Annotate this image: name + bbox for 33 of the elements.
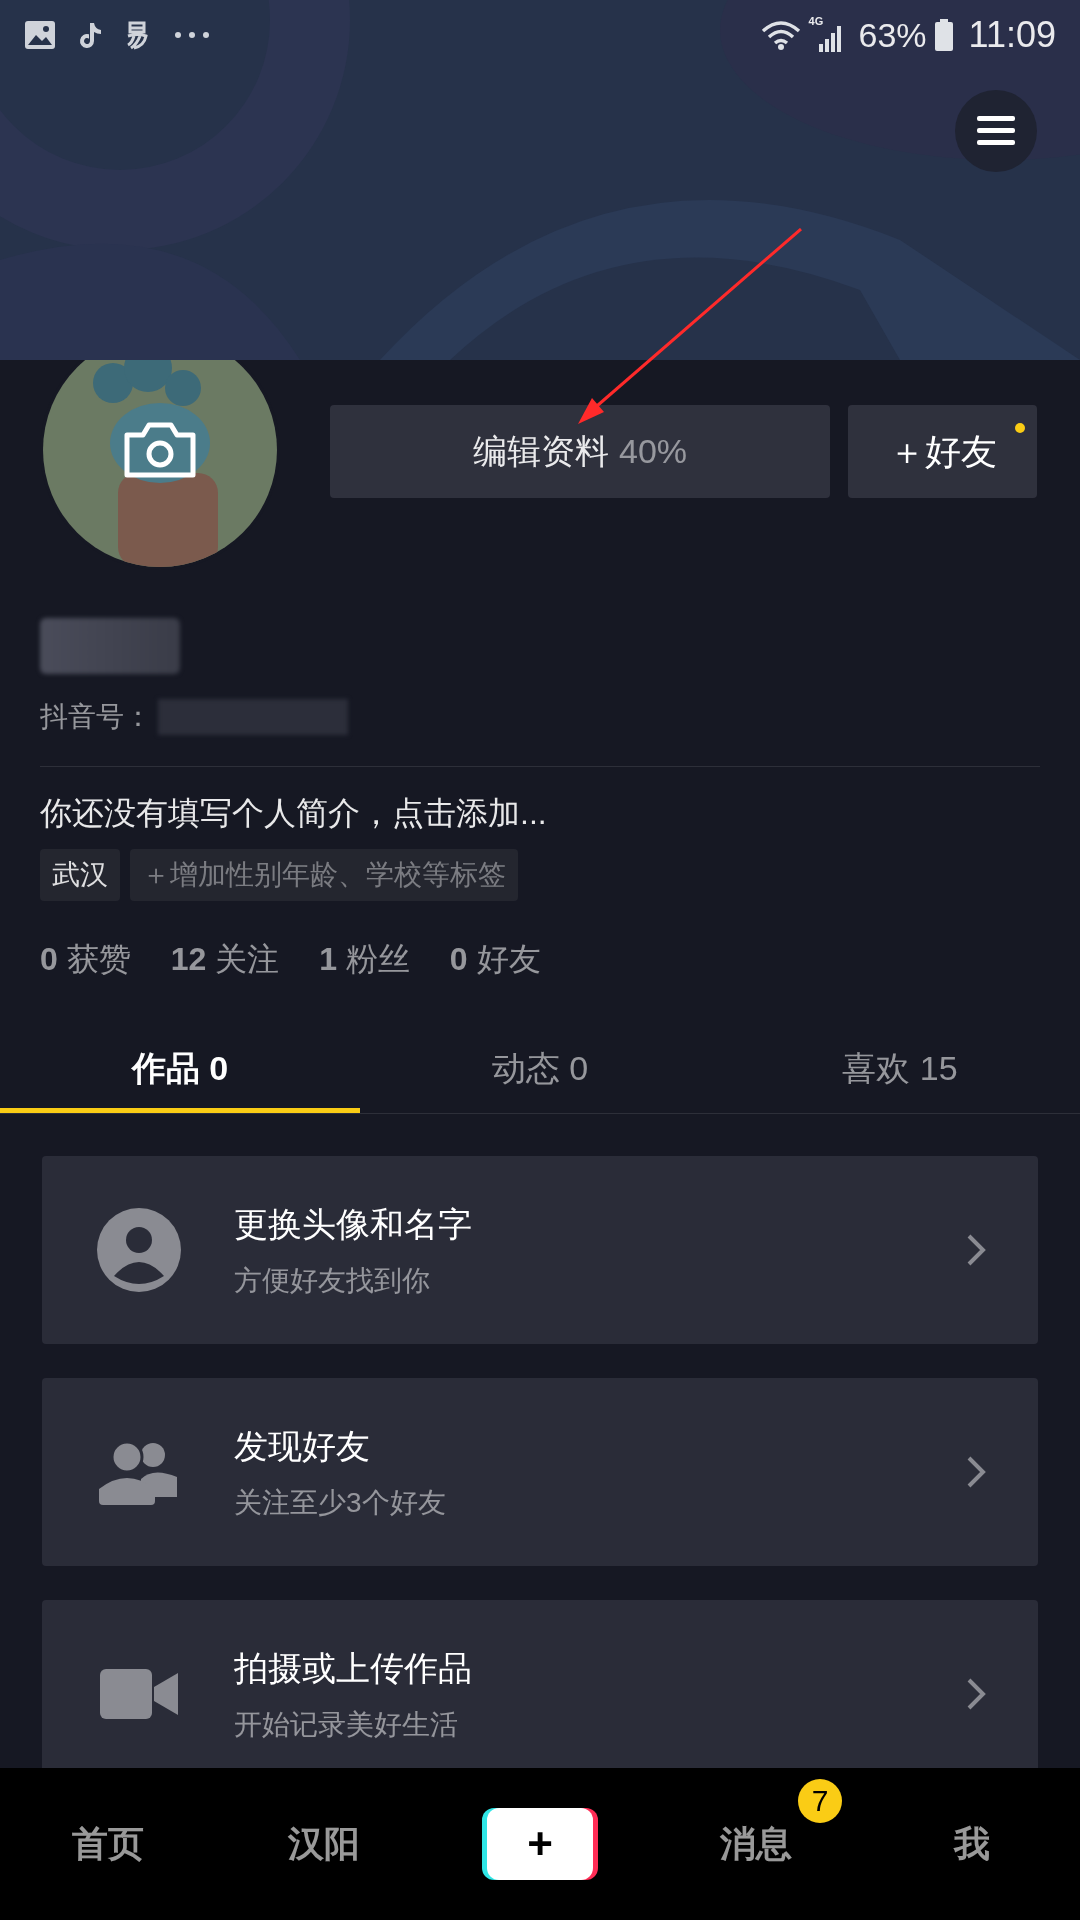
stat-item[interactable]: 12 关注 bbox=[170, 935, 280, 983]
suggestion-card[interactable]: 拍摄或上传作品 开始记录美好生活 bbox=[42, 1600, 1038, 1768]
location-tag: 武汉 bbox=[40, 849, 120, 901]
user-icon bbox=[97, 1208, 181, 1292]
camera-icon bbox=[123, 421, 197, 479]
douyin-id-label: 抖音号： bbox=[40, 700, 152, 734]
card-title: 拍摄或上传作品 bbox=[234, 1647, 472, 1689]
suggestion-card[interactable]: 发现好友 关注至少3个好友 bbox=[42, 1378, 1038, 1566]
add-tags-button[interactable]: ＋增加性别年龄、学校等标签 bbox=[130, 849, 518, 901]
nav-tab[interactable]: 我 bbox=[954, 1817, 990, 1871]
profile-tab[interactable]: 作品 0 bbox=[0, 1023, 360, 1113]
chevron-right-icon bbox=[966, 1233, 986, 1267]
nav-tab[interactable]: 首页 bbox=[72, 1817, 144, 1871]
nav-tab[interactable]: 消息 bbox=[720, 1817, 792, 1871]
badge-count: 7 bbox=[798, 1779, 842, 1823]
card-subtitle: 方便好友找到你 bbox=[234, 1263, 431, 1298]
card-subtitle: 关注至少3个好友 bbox=[234, 1485, 446, 1520]
profile-tab[interactable]: 动态 0 bbox=[360, 1023, 720, 1113]
chevron-right-icon bbox=[966, 1677, 986, 1711]
card-title: 更换头像和名字 bbox=[234, 1203, 472, 1245]
add-friend-button[interactable]: ＋好友 bbox=[848, 405, 1037, 498]
edit-profile-button[interactable]: 编辑资料 40% bbox=[330, 405, 830, 498]
nav-tab[interactable]: 汉阳 bbox=[288, 1817, 360, 1871]
profile-tab[interactable]: 喜欢 15 bbox=[720, 1023, 1080, 1113]
stat-item[interactable]: 0 好友 bbox=[449, 935, 541, 983]
card-subtitle: 开始记录美好生活 bbox=[234, 1707, 459, 1742]
chevron-right-icon bbox=[966, 1455, 986, 1489]
stat-item[interactable]: 0 获赞 bbox=[40, 935, 131, 983]
suggestion-card[interactable]: 更换头像和名字 方便好友找到你 bbox=[42, 1156, 1038, 1344]
bio-prompt[interactable]: 你还没有填写个人简介，点击添加... bbox=[40, 789, 1040, 837]
stat-item[interactable]: 1 粉丝 bbox=[319, 935, 410, 983]
video-camera-icon bbox=[100, 1669, 178, 1719]
card-title: 发现好友 bbox=[234, 1425, 371, 1467]
